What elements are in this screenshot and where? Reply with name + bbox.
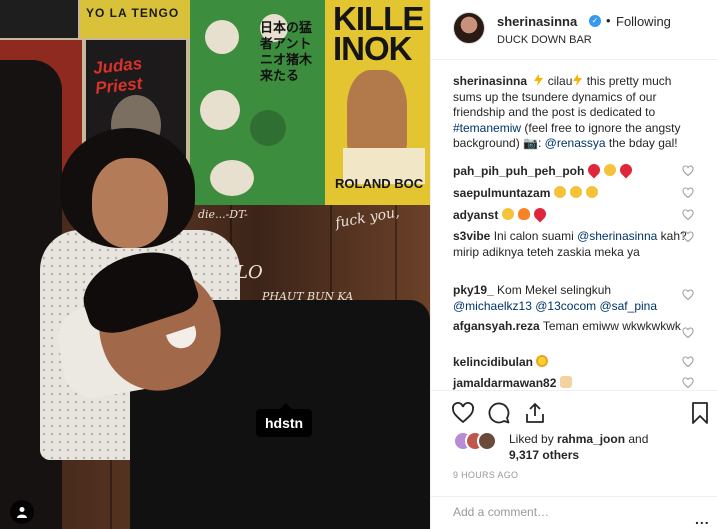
header-separator: •	[606, 13, 611, 28]
poster-skeletons: 日本の猛者アントニオ猪木来たる	[190, 0, 325, 210]
victory-hand-emoji-icon	[559, 376, 572, 388]
comment-like-heart-icon[interactable]	[682, 165, 694, 177]
comment-item: afgansyah.reza Teman emiww wkwkwkwk	[453, 318, 693, 334]
comment-text: Teman emiww wkwkwkwk	[539, 319, 681, 333]
camera-emoji-icon: 📷	[523, 136, 538, 150]
person-icon	[17, 507, 27, 518]
post-sidebar: sherinasinna ✓ • Following DUCK DOWN BAR…	[430, 0, 717, 529]
likes-summary: Liked by rahma_joon and 9,317 others	[509, 431, 709, 463]
comment-item: pah_pih_puh_peh_poh	[453, 161, 693, 179]
location-link[interactable]: DUCK DOWN BAR	[497, 34, 592, 46]
avatar	[477, 431, 497, 451]
mention-link[interactable]: @renassya	[545, 136, 606, 150]
comment-username[interactable]: pah_pih_puh_peh_poh	[453, 164, 584, 178]
comment-username[interactable]: jamaldarmawan82	[453, 376, 556, 390]
poster-yolatengo: YO LA TENGO	[80, 0, 195, 38]
skull-art	[205, 20, 239, 54]
comment-like-heart-icon[interactable]	[682, 209, 694, 221]
header-username[interactable]: sherinasinna	[497, 14, 577, 29]
heart-eyes-emoji-icon	[586, 186, 599, 198]
heart-emoji-icon	[531, 205, 549, 223]
user-tag-icon[interactable]	[10, 500, 34, 524]
skull-art	[200, 90, 240, 130]
comment-username[interactable]: s3vibe	[453, 229, 490, 243]
poster-black	[0, 0, 78, 38]
liked-by-avatars	[453, 431, 503, 451]
avatar[interactable]	[453, 12, 485, 44]
wrestler-art	[347, 70, 407, 160]
post-caption: sherinasinna cilau this pretty much sums…	[453, 74, 693, 152]
caption-text: cilau	[544, 74, 573, 88]
comment-item: saepulmuntazam	[453, 185, 693, 201]
poster-killer-inoki: KILLE INOK ROLAND BOC	[325, 0, 430, 210]
poster-judas-text: Judas Priest	[92, 53, 144, 98]
comment-icon[interactable]	[487, 401, 511, 425]
lightning-emoji-icon	[534, 74, 544, 86]
verified-badge-icon: ✓	[589, 15, 601, 27]
mention-link[interactable]: @13cocom	[535, 299, 596, 313]
heart-eyes-emoji-icon	[570, 186, 583, 198]
comment-like-heart-icon[interactable]	[682, 327, 694, 339]
post-photo[interactable]: YO LA TENGO Judas Priest 日本の猛者アントニオ猪木来たる…	[0, 0, 430, 529]
caption-text: the bday gal!	[605, 136, 678, 150]
heart-eyes-emoji-icon	[553, 186, 566, 198]
add-comment-box: ...	[431, 496, 717, 529]
comment-like-heart-icon[interactable]	[682, 187, 694, 199]
comment-username[interactable]: pky19_	[453, 283, 494, 297]
mention-link[interactable]: @saf_pina	[599, 299, 657, 313]
likes-count[interactable]: 9,317 others	[509, 448, 579, 462]
bookmark-icon[interactable]	[688, 401, 712, 425]
likes-username[interactable]: rahma_joon	[557, 432, 625, 446]
mention-link[interactable]: @michaelkz13	[453, 299, 532, 313]
following-button[interactable]: Following	[616, 14, 671, 29]
post-actions: Liked by rahma_joon and 9,317 others 9 H…	[431, 390, 717, 529]
comment-like-heart-icon[interactable]	[682, 377, 694, 389]
post-timestamp[interactable]: 9 HOURS AGO	[453, 470, 518, 480]
heart-icon[interactable]	[451, 401, 475, 425]
caption-text: :	[538, 136, 545, 150]
post-header: sherinasinna ✓ • Following DUCK DOWN BAR	[431, 0, 717, 60]
likes-middle: and	[625, 432, 649, 446]
fire-emoji-icon	[518, 208, 531, 220]
comment-item: kelincidibulan	[453, 354, 693, 370]
comment-username[interactable]: kelincidibulan	[453, 355, 533, 369]
poster-kanji-text: 日本の猛者アントニオ猪木来たる	[260, 20, 313, 83]
comment-item: pky19_ Kom Mekel selingkuh @michaelkz13 …	[453, 282, 693, 314]
graffiti-text: die...-DT-	[198, 208, 248, 221]
more-options-icon[interactable]: ...	[695, 511, 710, 527]
lightning-emoji-icon	[573, 74, 583, 86]
comment-item: jamaldarmawan82	[453, 375, 693, 390]
comment-item: adyanst	[453, 205, 693, 223]
comment-text: Ini calon suami	[490, 229, 578, 243]
hashtag-link[interactable]: #temanemiw	[453, 121, 521, 135]
skull-art	[250, 110, 286, 146]
likes-prefix: Liked by	[509, 432, 558, 446]
comment-username[interactable]: adyanst	[453, 208, 498, 222]
comment-username[interactable]: saepulmuntazam	[453, 186, 550, 200]
comments-list[interactable]: sherinasinna cilau this pretty much sums…	[431, 74, 717, 390]
comment-like-heart-icon[interactable]	[682, 356, 694, 368]
graffiti-text: LO	[236, 262, 263, 283]
poster-killer-text: KILLE INOK	[333, 0, 424, 67]
heart-emoji-icon	[585, 161, 603, 179]
user-tag-label[interactable]: hdstn	[256, 403, 313, 437]
comment-username[interactable]: afgansyah.reza	[453, 319, 540, 333]
comment-like-heart-icon[interactable]	[682, 231, 694, 243]
comment-input[interactable]	[453, 505, 693, 519]
mention-link[interactable]: @sherinasinna	[577, 229, 657, 243]
poster-roland-text: ROLAND BOC	[335, 176, 424, 191]
sunflower-emoji-icon	[536, 355, 549, 367]
comment-like-heart-icon[interactable]	[682, 289, 694, 301]
comment-text: Kom Mekel selingkuh	[493, 283, 612, 297]
woman-face	[92, 158, 168, 248]
caption-username[interactable]: sherinasinna	[453, 74, 527, 88]
heart-eyes-emoji-icon	[501, 208, 514, 220]
share-icon[interactable]	[523, 401, 547, 425]
poster-yolo-text: YO LA TENGO	[86, 6, 180, 20]
skull-art	[210, 160, 254, 196]
heart-emoji-icon	[617, 161, 635, 179]
comment-item: s3vibe Ini calon suami @sherinasinna kah…	[453, 228, 693, 260]
heart-eyes-emoji-icon	[604, 164, 617, 176]
